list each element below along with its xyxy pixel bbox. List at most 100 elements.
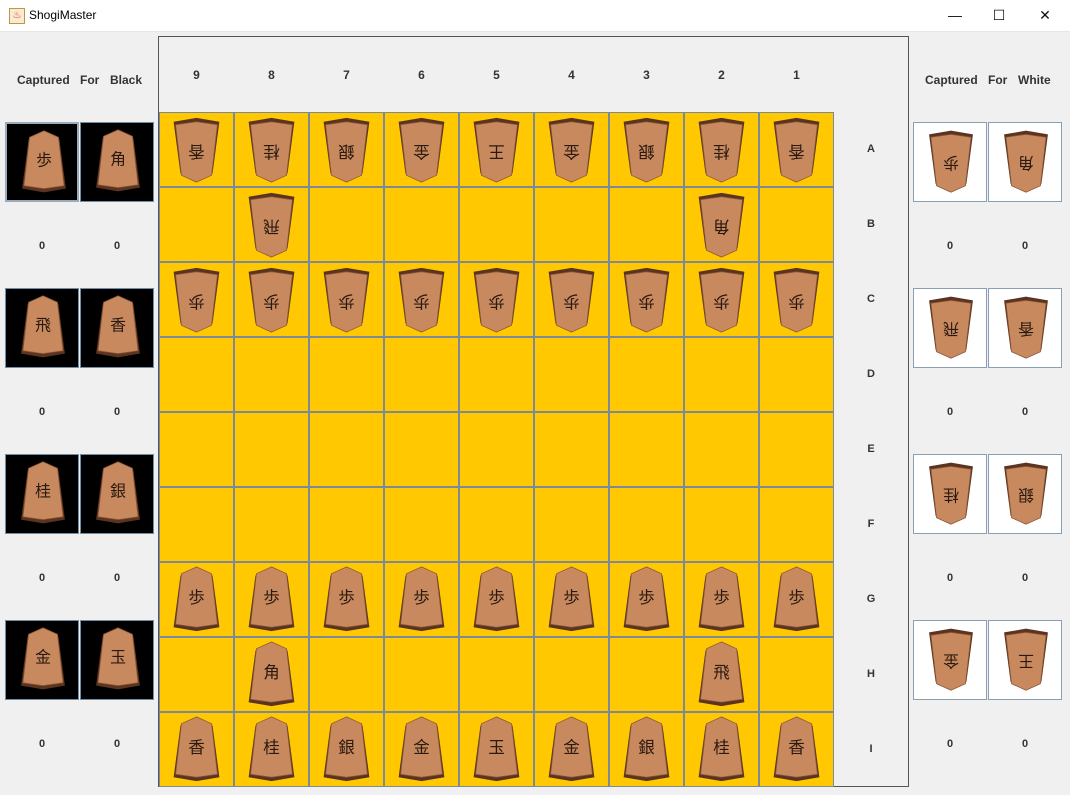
- black-piece[interactable]: 香: [160, 713, 235, 788]
- board-square[interactable]: [759, 637, 834, 712]
- black-piece[interactable]: 歩: [235, 563, 310, 638]
- black-piece[interactable]: 歩: [160, 563, 235, 638]
- board-square[interactable]: 歩: [684, 562, 759, 637]
- white-captured-slot[interactable]: 王: [988, 620, 1062, 700]
- board-square[interactable]: 歩: [459, 262, 534, 337]
- black-piece[interactable]: 香: [760, 713, 835, 788]
- black-captured-slot[interactable]: 玉: [80, 620, 154, 700]
- board-square[interactable]: [684, 412, 759, 487]
- white-piece[interactable]: 歩: [310, 263, 385, 338]
- board-square[interactable]: [384, 412, 459, 487]
- board-square[interactable]: 桂: [684, 112, 759, 187]
- black-piece[interactable]: 歩: [535, 563, 610, 638]
- board-square[interactable]: 銀: [309, 712, 384, 787]
- black-piece[interactable]: 金: [535, 713, 610, 788]
- black-captured-slot[interactable]: 銀: [80, 454, 154, 534]
- board-square[interactable]: [309, 637, 384, 712]
- black-piece[interactable]: 飛: [685, 638, 760, 713]
- white-piece[interactable]: 香: [160, 113, 235, 188]
- white-piece[interactable]: 桂: [685, 113, 760, 188]
- board-square[interactable]: 香: [159, 712, 234, 787]
- board-square[interactable]: 金: [384, 112, 459, 187]
- board-square[interactable]: 飛: [234, 187, 309, 262]
- board-square[interactable]: [534, 637, 609, 712]
- white-captured-slot[interactable]: 桂: [913, 454, 987, 534]
- white-piece[interactable]: 歩: [160, 263, 235, 338]
- white-piece[interactable]: 歩: [235, 263, 310, 338]
- board-square[interactable]: 銀: [309, 112, 384, 187]
- black-piece[interactable]: 桂: [235, 713, 310, 788]
- black-captured-slot[interactable]: 香: [80, 288, 154, 368]
- white-piece[interactable]: 歩: [685, 263, 760, 338]
- board-square[interactable]: [459, 637, 534, 712]
- board-square[interactable]: [309, 412, 384, 487]
- board-square[interactable]: 歩: [534, 262, 609, 337]
- white-piece[interactable]: 歩: [610, 263, 685, 338]
- board-square[interactable]: 飛: [684, 637, 759, 712]
- board-square[interactable]: [684, 487, 759, 562]
- black-captured-slot[interactable]: 飛: [5, 288, 79, 368]
- board-square[interactable]: [159, 337, 234, 412]
- white-captured-slot[interactable]: 銀: [988, 454, 1062, 534]
- board-square[interactable]: [159, 637, 234, 712]
- board-square[interactable]: 歩: [534, 562, 609, 637]
- board-square[interactable]: [384, 337, 459, 412]
- board-square[interactable]: 歩: [309, 562, 384, 637]
- board-square[interactable]: [534, 337, 609, 412]
- board-square[interactable]: 角: [684, 187, 759, 262]
- board-square[interactable]: [159, 412, 234, 487]
- board-square[interactable]: 歩: [309, 262, 384, 337]
- board-square[interactable]: [534, 487, 609, 562]
- white-captured-slot[interactable]: 飛: [913, 288, 987, 368]
- board-square[interactable]: [234, 412, 309, 487]
- board-square[interactable]: [609, 487, 684, 562]
- white-piece[interactable]: 銀: [610, 113, 685, 188]
- board-square[interactable]: 歩: [759, 262, 834, 337]
- board-square[interactable]: 歩: [234, 562, 309, 637]
- board-square[interactable]: 歩: [459, 562, 534, 637]
- board-square[interactable]: 玉: [459, 712, 534, 787]
- board-square[interactable]: [234, 487, 309, 562]
- black-piece[interactable]: 歩: [310, 563, 385, 638]
- board-square[interactable]: [459, 337, 534, 412]
- board-square[interactable]: 金: [384, 712, 459, 787]
- board-square[interactable]: 歩: [609, 262, 684, 337]
- minimize-button[interactable]: —: [932, 0, 978, 31]
- white-piece[interactable]: 飛: [235, 188, 310, 263]
- board-square[interactable]: [609, 412, 684, 487]
- board-square[interactable]: 歩: [609, 562, 684, 637]
- board-square[interactable]: 香: [759, 712, 834, 787]
- board-square[interactable]: 香: [759, 112, 834, 187]
- board-square[interactable]: [534, 187, 609, 262]
- board-square[interactable]: [759, 412, 834, 487]
- black-piece[interactable]: 歩: [760, 563, 835, 638]
- white-piece[interactable]: 桂: [235, 113, 310, 188]
- board-square[interactable]: [309, 337, 384, 412]
- black-piece[interactable]: 歩: [685, 563, 760, 638]
- board-square[interactable]: 歩: [159, 562, 234, 637]
- white-piece[interactable]: 歩: [760, 263, 835, 338]
- black-piece[interactable]: 銀: [310, 713, 385, 788]
- board-square[interactable]: 桂: [234, 112, 309, 187]
- board-square[interactable]: 歩: [159, 262, 234, 337]
- black-piece[interactable]: 銀: [610, 713, 685, 788]
- black-piece[interactable]: 角: [235, 638, 310, 713]
- white-captured-slot[interactable]: 金: [913, 620, 987, 700]
- board-square[interactable]: 金: [534, 712, 609, 787]
- white-piece[interactable]: 金: [385, 113, 460, 188]
- board-square[interactable]: 桂: [234, 712, 309, 787]
- board-square[interactable]: [609, 637, 684, 712]
- black-piece[interactable]: 玉: [460, 713, 535, 788]
- black-piece[interactable]: 歩: [610, 563, 685, 638]
- board-square[interactable]: [459, 187, 534, 262]
- black-piece[interactable]: 歩: [460, 563, 535, 638]
- board-square[interactable]: [684, 337, 759, 412]
- black-captured-slot[interactable]: 歩: [5, 122, 79, 202]
- board-square[interactable]: 銀: [609, 712, 684, 787]
- white-piece[interactable]: 香: [760, 113, 835, 188]
- board-square[interactable]: 歩: [759, 562, 834, 637]
- white-piece[interactable]: 歩: [460, 263, 535, 338]
- board-square[interactable]: 歩: [234, 262, 309, 337]
- board-square[interactable]: 金: [534, 112, 609, 187]
- white-piece[interactable]: 王: [460, 113, 535, 188]
